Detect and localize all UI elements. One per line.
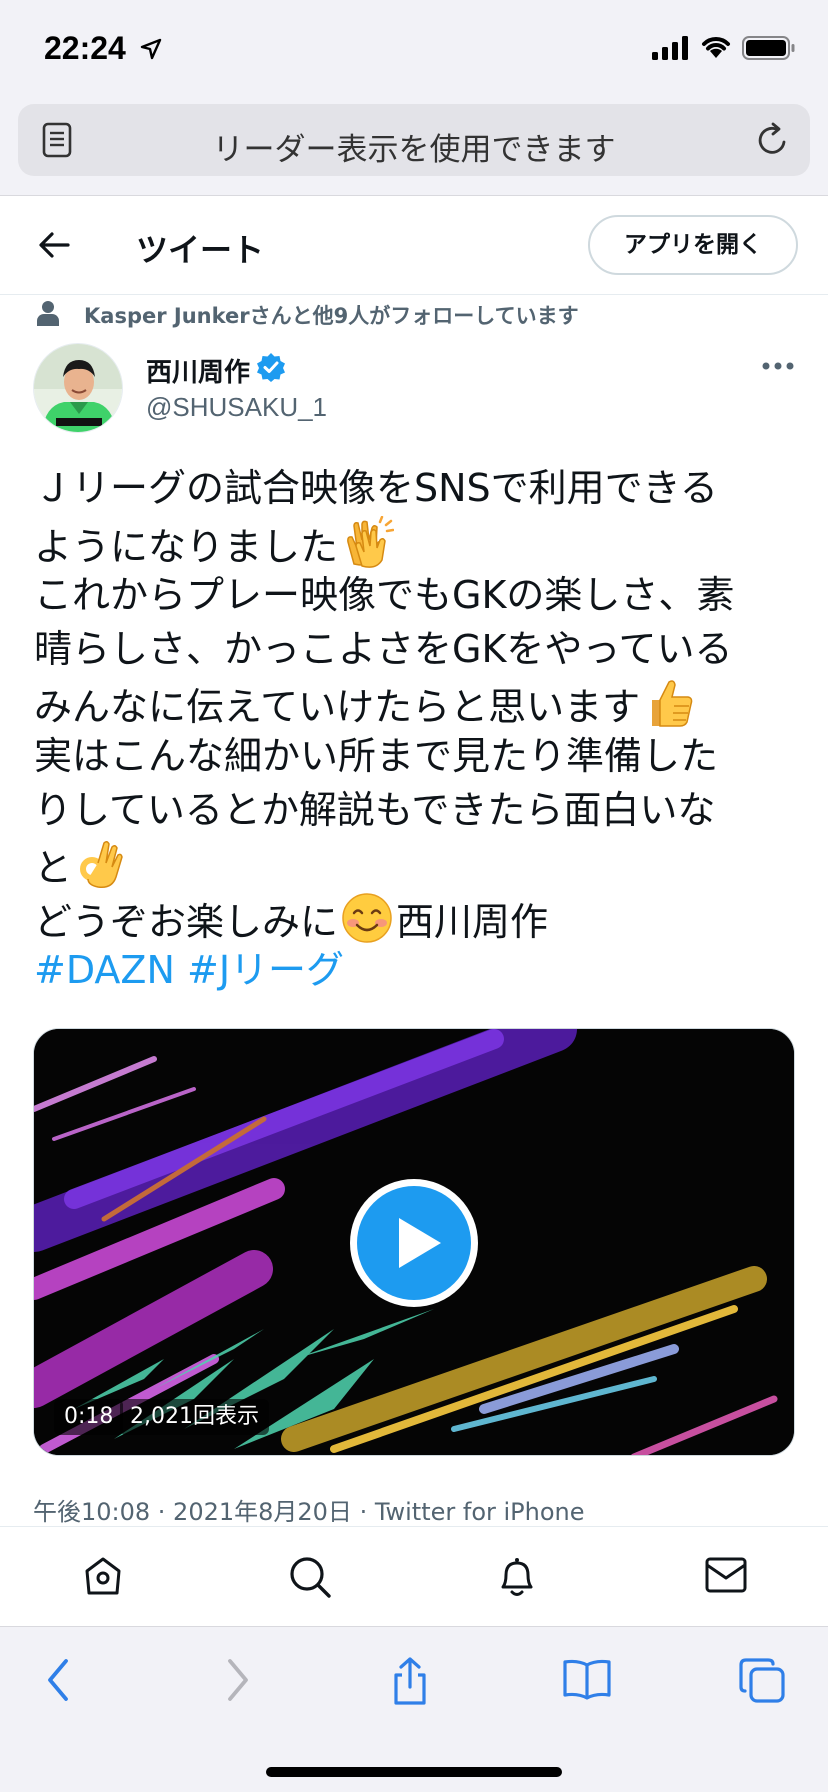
cellular-signal-icon <box>652 36 688 60</box>
tweet-line: ようになりました <box>34 515 804 570</box>
avatar[interactable] <box>33 343 123 433</box>
back-arrow-icon[interactable] <box>36 225 72 265</box>
more-options-icon[interactable] <box>762 362 794 370</box>
video-view-count: 2,021回表示 <box>120 1399 269 1435</box>
back-icon[interactable] <box>44 1657 74 1703</box>
wifi-icon <box>702 37 730 58</box>
address-bar-area: リーダー表示を使用できます <box>0 96 828 196</box>
safari-toolbar <box>0 1626 828 1792</box>
battery-icon <box>742 36 795 60</box>
tweet-line: Ｊリーグの試合映像をSNSで利用できる <box>34 466 718 510</box>
address-bar[interactable]: リーダー表示を使用できます <box>18 104 810 176</box>
mail-icon[interactable] <box>704 1555 748 1595</box>
author-handle[interactable]: @SHUSAKU_1 <box>146 392 327 423</box>
verified-badge-icon <box>257 353 285 382</box>
person-icon <box>37 301 59 326</box>
ok-hand-icon <box>80 841 123 889</box>
tweet-line: と <box>34 837 804 891</box>
open-app-button[interactable]: アプリを開く <box>588 215 798 275</box>
hashtag-link[interactable]: #DAZN <box>34 948 175 992</box>
tweet-line: #DAZN #Jリーグ <box>34 944 804 998</box>
search-icon[interactable] <box>288 1555 332 1599</box>
address-text[interactable]: リーダー表示を使用できます <box>18 124 810 169</box>
share-icon[interactable] <box>390 1657 430 1707</box>
forward-icon <box>228 1659 248 1701</box>
status-time: 22:24 <box>44 30 126 66</box>
twitter-nav <box>0 1526 828 1626</box>
tweet-line: みんなに伝えていけたらと思います <box>34 676 804 730</box>
reload-icon[interactable] <box>756 122 790 158</box>
tweet-text: Ｊリーグの試合映像をSNSで利用できる ようになりました これからプレー映像でも… <box>34 462 804 998</box>
location-arrow-icon <box>140 38 162 60</box>
smiling-face-icon <box>342 893 392 943</box>
status-bar: 22:24 <box>0 0 828 96</box>
author-name[interactable]: 西川周作 <box>146 352 250 389</box>
video-player[interactable]: 0:18 2,021回表示 <box>33 1028 795 1456</box>
tweet-header: ツイート アプリを開く <box>0 197 828 295</box>
bookmarks-icon[interactable] <box>562 1657 612 1701</box>
bell-icon[interactable] <box>496 1555 538 1599</box>
home-indicator <box>266 1767 562 1777</box>
tweet-line: これからプレー映像でもGKの楽しさ、素 <box>34 573 735 618</box>
video-duration: 0:18 <box>54 1399 124 1435</box>
clapping-hands-icon <box>347 515 395 568</box>
tweet-line: どうぞお楽しみに 西川周作 <box>34 891 804 945</box>
tweet-line: りしているとか解説もできたら面白いな <box>34 787 716 832</box>
tweet-line: 晴らしさ、かっこよさをGKをやっている <box>34 626 733 671</box>
page-title: ツイート <box>136 231 265 269</box>
home-icon[interactable] <box>82 1555 124 1597</box>
hashtag-link[interactable]: #Jリーグ <box>187 948 344 992</box>
tabs-icon[interactable] <box>738 1657 786 1703</box>
thumbs-up-icon <box>652 680 693 728</box>
tweet-line: 実はこんな細かい所まで見たり準備した <box>34 733 719 778</box>
tweet-timestamp[interactable]: 午後10:08 · 2021年8月20日 · Twitter for iPhon… <box>33 1492 585 1527</box>
follow-context-text[interactable]: Kasper Junkerさんと他9人がフォローしています <box>84 300 579 330</box>
play-button-icon[interactable] <box>347 1176 481 1310</box>
